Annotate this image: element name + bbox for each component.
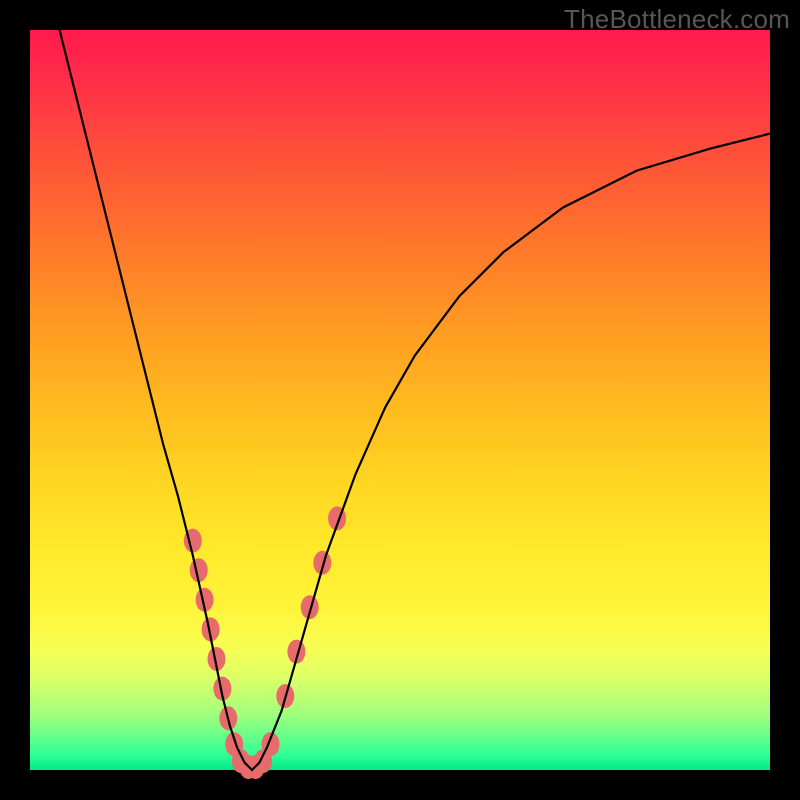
chart-frame: TheBottleneck.com — [0, 0, 800, 800]
chart-svg — [30, 30, 770, 770]
chart-plot-area — [30, 30, 770, 770]
chart-bead-markers — [184, 506, 346, 779]
chart-curve-line — [60, 30, 770, 770]
